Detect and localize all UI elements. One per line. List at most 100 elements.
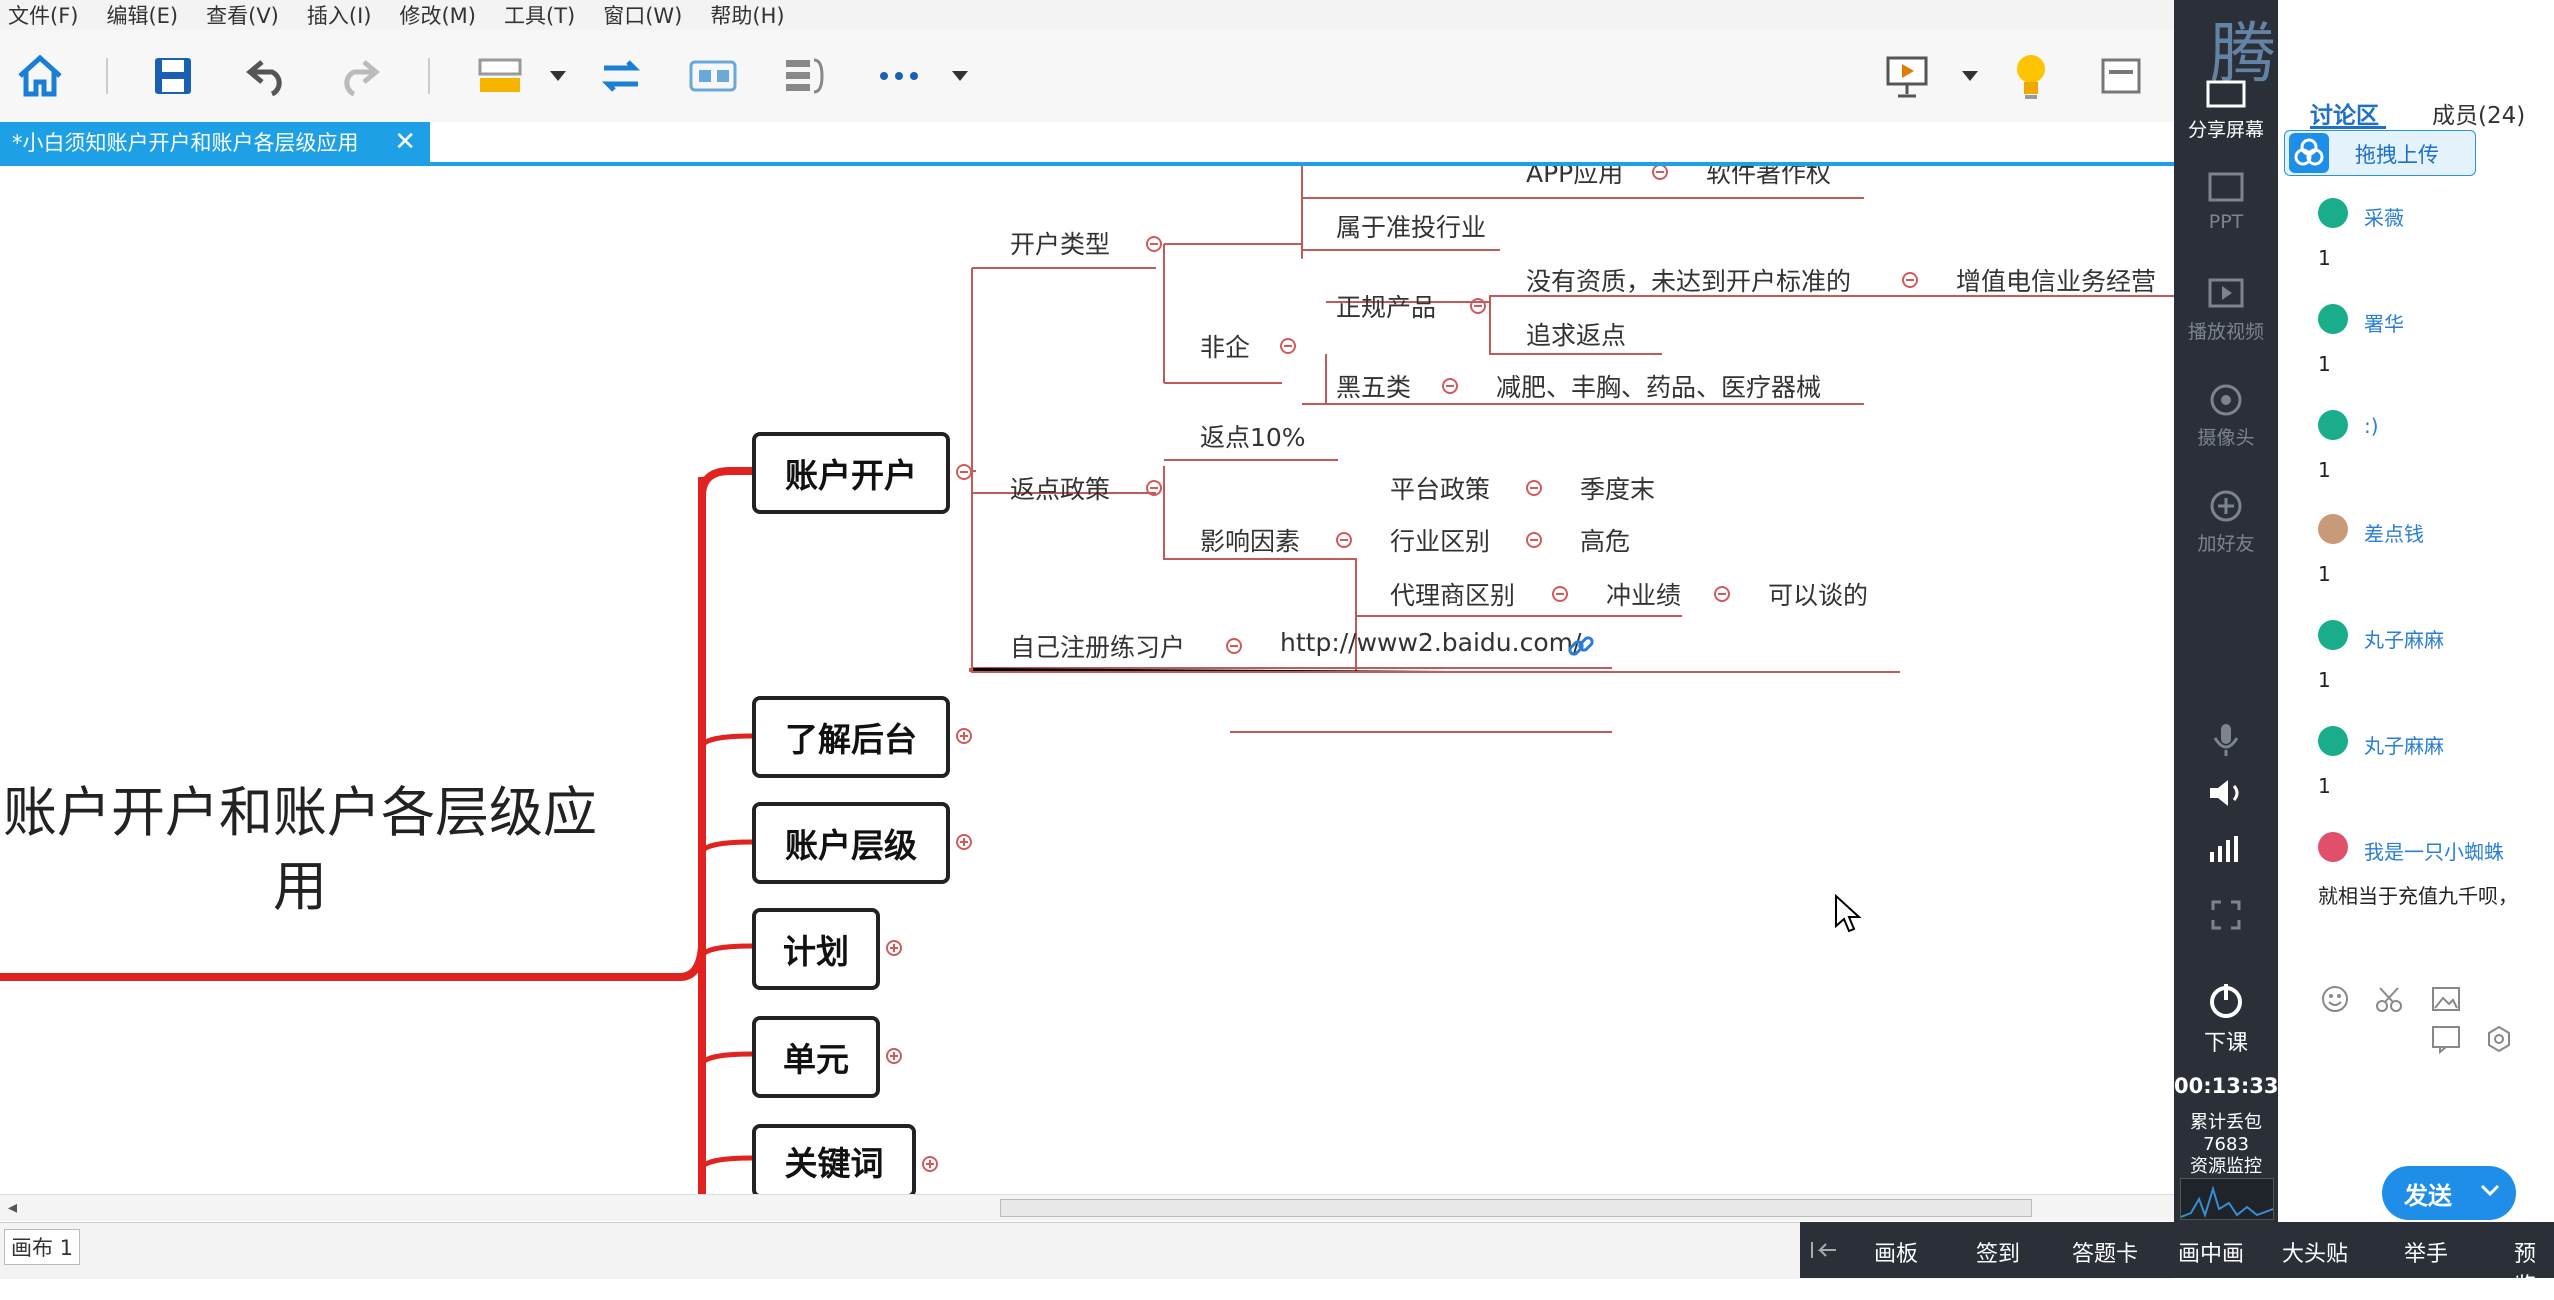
- branch-keyword[interactable]: 关键词: [752, 1124, 916, 1198]
- scroll-left-icon[interactable]: ◂: [8, 1197, 17, 1218]
- avatar-sticker-button[interactable]: 大头贴: [2282, 1236, 2348, 1268]
- preview-button[interactable]: 预览: [2514, 1236, 2554, 1300]
- answer-card-button[interactable]: 答题卡: [2072, 1236, 2138, 1268]
- branch-plan[interactable]: 计划: [752, 908, 880, 990]
- topic-black-five[interactable]: 黑五类: [1336, 368, 1411, 404]
- topic-industry-difference[interactable]: 行业区别: [1390, 522, 1490, 558]
- relationship-icon[interactable]: [594, 48, 648, 104]
- chat-message-author[interactable]: 丸子麻麻: [2364, 730, 2444, 759]
- topic-app[interactable]: APP应用: [1526, 166, 1623, 190]
- topic-rebate-policy[interactable]: 返点政策: [1010, 470, 1110, 506]
- collapse-icon[interactable]: [1902, 272, 1918, 288]
- chat-message-author[interactable]: 丸子麻麻: [2364, 624, 2444, 653]
- chevron-down-icon[interactable]: [546, 48, 570, 104]
- save-icon[interactable]: [148, 48, 198, 104]
- root-topic[interactable]: 账户开户和账户各层级应 用: [0, 776, 620, 924]
- document-tab[interactable]: *小白须知账户开户和账户各层级应用 ✕: [0, 122, 430, 162]
- fullscreen-icon[interactable]: [2174, 898, 2278, 937]
- collapse-icon[interactable]: [956, 464, 972, 480]
- expand-icon[interactable]: [922, 1156, 938, 1172]
- chat-message-author[interactable]: 署华: [2364, 308, 2404, 337]
- volume-level-icon[interactable]: [2174, 832, 2278, 869]
- collapse-icon[interactable]: [1442, 378, 1458, 394]
- topic-permitted-industry[interactable]: 属于准投行业: [1336, 208, 1486, 244]
- close-icon[interactable]: ✕: [394, 127, 416, 157]
- lightbulb-icon[interactable]: [2004, 48, 2058, 104]
- tab-members[interactable]: 成员(24): [2432, 96, 2525, 130]
- collapse-icon[interactable]: [1552, 586, 1568, 602]
- play-video-button[interactable]: 播放视频: [2174, 276, 2278, 344]
- link-icon[interactable]: [1566, 632, 1596, 666]
- horizontal-scrollbar[interactable]: ◂: [0, 1194, 2174, 1221]
- topic-value-added-telecom[interactable]: 增值电信业务经营: [1956, 262, 2156, 298]
- topic-negotiable[interactable]: 可以谈的: [1768, 576, 1868, 612]
- chevron-down-icon[interactable]: [1958, 48, 1982, 104]
- collapse-bar-icon[interactable]: [1810, 1240, 1840, 1264]
- chat-message-author[interactable]: :): [2364, 414, 2379, 438]
- speaker-icon[interactable]: [2174, 776, 2278, 815]
- menu-window[interactable]: 窗口(W): [603, 0, 682, 30]
- image-icon[interactable]: [2430, 984, 2462, 1018]
- branch-account-opening[interactable]: 账户开户: [752, 432, 950, 514]
- chevron-down-icon[interactable]: [2478, 1176, 2502, 1212]
- topic-influencing-factors[interactable]: 影响因素: [1200, 522, 1300, 558]
- collapse-icon[interactable]: [1714, 586, 1730, 602]
- menu-help[interactable]: 帮助(H): [710, 0, 784, 30]
- undo-icon[interactable]: [242, 48, 292, 104]
- presentation-icon[interactable]: [1880, 48, 1934, 104]
- chevron-down-icon[interactable]: [948, 48, 972, 104]
- topic-platform-policy[interactable]: 平台政策: [1390, 470, 1490, 506]
- branch-backend[interactable]: 了解后台: [752, 696, 950, 778]
- topic-high-risk[interactable]: 高危: [1580, 522, 1630, 558]
- topic-regular-product[interactable]: 正规产品: [1336, 288, 1436, 324]
- topic-register-practice[interactable]: 自己注册练习户: [1010, 628, 1185, 664]
- menu-edit[interactable]: 编辑(E): [106, 0, 178, 30]
- topic-software-copyright[interactable]: 软件著作权: [1706, 166, 1831, 190]
- menu-modify[interactable]: 修改(M): [399, 0, 476, 30]
- expand-icon[interactable]: [886, 940, 902, 956]
- collapse-icon[interactable]: [1226, 638, 1242, 654]
- ppt-button[interactable]: PPT: [2174, 170, 2278, 233]
- camera-button[interactable]: 摄像头: [2174, 382, 2278, 450]
- tab-discussion[interactable]: 讨论区: [2310, 96, 2379, 130]
- collapse-icon[interactable]: [1470, 298, 1486, 314]
- topic-push-performance[interactable]: 冲业绩: [1606, 576, 1681, 612]
- topic-no-qualification[interactable]: 没有资质，未达到开户标准的: [1526, 262, 1851, 298]
- collapse-icon[interactable]: [1146, 236, 1162, 252]
- raise-hand-button[interactable]: 举手: [2404, 1236, 2448, 1268]
- settings-icon[interactable]: [2484, 1024, 2514, 1058]
- more-icon[interactable]: [872, 48, 926, 104]
- chat-message-author[interactable]: 采薇: [2364, 202, 2404, 231]
- picture-in-picture-button[interactable]: 画中画: [2178, 1236, 2244, 1268]
- collapse-icon[interactable]: [1280, 338, 1296, 354]
- redo-icon[interactable]: [334, 48, 384, 104]
- topic-quarter-end[interactable]: 季度末: [1580, 470, 1655, 506]
- expand-icon[interactable]: [886, 1048, 902, 1064]
- panel-icon[interactable]: [2094, 48, 2148, 104]
- microphone-icon[interactable]: [2174, 722, 2278, 763]
- emoji-icon[interactable]: [2320, 984, 2350, 1018]
- canvas-sheet-tab[interactable]: 画布 1: [4, 1229, 80, 1265]
- scissors-icon[interactable]: [2374, 984, 2404, 1018]
- topic-agent-difference[interactable]: 代理商区别: [1390, 576, 1515, 612]
- menu-insert[interactable]: 插入(I): [307, 0, 372, 30]
- share-screen-button[interactable]: 分享屏幕: [2174, 80, 2278, 142]
- topic-non-enterprise[interactable]: 非企: [1200, 328, 1250, 364]
- branch-unit[interactable]: 单元: [752, 1016, 880, 1098]
- expand-icon[interactable]: [956, 834, 972, 850]
- home-icon[interactable]: [14, 48, 66, 104]
- drag-upload-button[interactable]: 拖拽上传: [2284, 130, 2476, 176]
- menu-view[interactable]: 查看(V): [206, 0, 279, 30]
- add-friend-button[interactable]: 加好友: [2174, 488, 2278, 556]
- whiteboard-button[interactable]: 画板: [1874, 1236, 1918, 1268]
- chat-message-author[interactable]: 差点钱: [2364, 518, 2424, 547]
- mindmap-canvas[interactable]: 账户开户和账户各层级应 用 账户开户 了解后台 账户层级 计划 单元 关键词 开…: [0, 166, 2174, 1198]
- topic-pursue-rebate[interactable]: 追求返点: [1526, 316, 1626, 352]
- chat-message-author[interactable]: 我是一只小蜘蛛: [2364, 836, 2504, 865]
- menu-tools[interactable]: 工具(T): [504, 0, 575, 30]
- send-button[interactable]: 发送: [2382, 1166, 2516, 1220]
- expand-icon[interactable]: [956, 728, 972, 744]
- feedback-icon[interactable]: [2430, 1024, 2462, 1058]
- topic-black-five-items[interactable]: 减肥、丰胸、药品、医疗器械: [1496, 368, 1821, 404]
- topic-rebate-10[interactable]: 返点10%: [1200, 418, 1306, 454]
